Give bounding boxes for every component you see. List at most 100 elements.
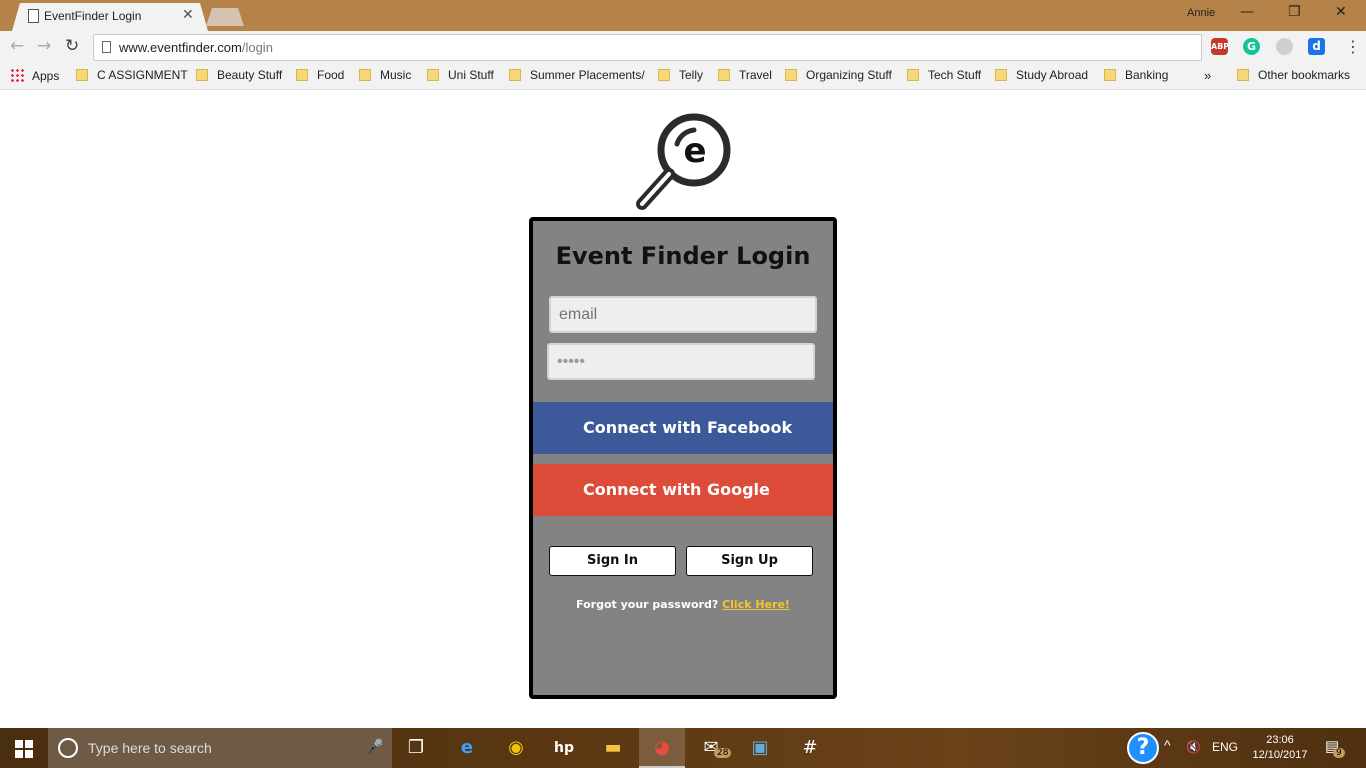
menu-kebab-icon[interactable]: ⋮ [1345,37,1361,56]
grammarly-icon[interactable]: G [1243,38,1260,55]
bookmark-label: C ASSIGNMENT [97,68,188,82]
clock-date: 12/10/2017 [1252,749,1308,761]
bookmarks-overflow-chevron-icon[interactable]: » [1204,68,1211,83]
bookmark-folder[interactable]: Study Abroad [995,68,1088,82]
bookmark-other-label: Other bookmarks [1258,68,1351,82]
browser-toolbar: ← → ↻ www.eventfinder.com/login ABP G d … [0,31,1366,64]
email-field[interactable] [549,296,817,333]
bookmark-label: Travel [739,68,772,82]
folder-icon [1104,69,1116,81]
bookmark-folder[interactable]: Organizing Stuff [785,68,892,82]
profile-name[interactable]: Annie [1187,7,1215,19]
folder-icon [509,69,521,81]
browser-titlebar: EventFinder Login ✕ Annie — ❐ ✕ [0,0,1366,31]
new-tab-button[interactable] [206,8,244,26]
password-field[interactable] [547,343,815,380]
bookmark-label: Organizing Stuff [806,68,892,82]
bookmark-apps[interactable]: Apps [10,68,59,83]
forgot-password-text: Forgot your password? Click Here! [533,598,833,611]
chrome-icon[interactable]: ◕ [649,736,675,760]
slack-icon[interactable]: # [797,736,823,760]
minimize-icon[interactable]: — [1240,4,1254,20]
bookmark-folder[interactable]: Beauty Stuff [196,68,282,82]
url-text: www.eventfinder.com/login [119,40,273,55]
windows-taskbar: Type here to search 🎤 ❐ e ◉ hp ▬ ◕ ✉ 28 … [0,728,1366,768]
media-app-icon[interactable]: ◉ [503,736,529,760]
d-extension-icon[interactable]: d [1308,38,1325,55]
folder-icon [359,69,371,81]
bookmark-label: Banking [1125,68,1169,82]
login-card: Event Finder Login Connect with Facebook… [529,217,837,699]
mail-count-badge: 28 [714,748,732,758]
sign-up-button[interactable]: Sign Up [686,546,813,576]
restore-icon[interactable]: ❐ [1288,4,1301,20]
hp-icon[interactable]: hp [551,736,577,760]
tab-title: EventFinder Login [44,9,142,23]
folder-icon [196,69,208,81]
task-view-icon[interactable]: ❐ [403,736,429,760]
bookmark-folder[interactable]: Tech Stuff [907,68,981,82]
tab-close-icon[interactable]: ✕ [182,7,194,23]
address-bar[interactable]: www.eventfinder.com/login [93,34,1202,61]
forgot-password-link[interactable]: Click Here! [722,598,790,611]
page-icon [28,9,39,23]
app-t-icon[interactable]: ▣ [747,736,773,760]
file-explorer-icon[interactable]: ▬ [600,736,626,760]
language-indicator[interactable]: ENG [1212,740,1238,754]
folder-icon [1237,69,1249,81]
reload-icon[interactable]: ↻ [65,36,79,56]
bookmark-label: Uni Stuff [448,68,494,82]
bookmark-folder[interactable]: Telly [658,68,703,82]
eventfinder-magnifier-logo-icon: e [636,113,731,210]
taskbar-clock[interactable]: 23:06 12/10/2017 [1250,733,1310,763]
folder-icon [427,69,439,81]
bookmark-label: Summer Placements/ [530,68,645,82]
bookmark-label: Study Abroad [1016,68,1089,82]
bookmark-folder[interactable]: Music [359,68,411,82]
bookmark-other[interactable]: Other bookmarks [1237,68,1350,82]
page-info-icon[interactable] [102,41,111,53]
bookmark-label: Beauty Stuff [217,68,283,82]
bookmark-label: Food [317,68,345,82]
taskbar-search-box[interactable]: Type here to search 🎤 [48,728,392,768]
shield-icon[interactable] [1276,38,1293,55]
folder-icon [76,69,88,81]
adblock-plus-icon[interactable]: ABP [1211,38,1229,55]
url-host: www.eventfinder.com [119,40,242,55]
help-icon[interactable]: ? [1127,732,1159,764]
back-arrow-icon[interactable]: ← [10,36,24,56]
folder-icon [296,69,308,81]
svg-text:e: e [683,131,706,171]
connect-facebook-button[interactable]: Connect with Facebook [533,402,833,454]
taskbar-search-placeholder: Type here to search [88,740,212,756]
bookmark-label: Telly [679,68,704,82]
page-title: Event Finder Login [555,242,811,270]
sign-in-button[interactable]: Sign In [549,546,676,576]
microphone-icon[interactable]: 🎤 [366,739,383,755]
bookmarks-bar: Apps C ASSIGNMENT Beauty Stuff Food Musi… [0,64,1366,90]
close-window-icon[interactable]: ✕ [1335,4,1347,20]
clock-time: 23:06 [1266,734,1294,746]
bookmark-apps-label: Apps [32,69,60,83]
cortana-icon[interactable] [58,738,78,758]
bookmark-label: Tech Stuff [928,68,982,82]
volume-muted-icon[interactable]: 🔇 [1186,740,1201,754]
url-path: /login [241,40,273,55]
bookmark-folder[interactable]: Summer Placements/ [509,68,645,82]
bookmark-folder[interactable]: Banking [1104,68,1168,82]
folder-icon [785,69,797,81]
bookmark-folder[interactable]: Food [296,68,344,82]
bookmark-folder[interactable]: C ASSIGNMENT [76,68,188,82]
tab-eventfinder-login[interactable]: EventFinder Login ✕ [12,3,208,31]
windows-start-icon[interactable] [15,740,33,758]
edge-browser-icon[interactable]: e [454,736,480,760]
bookmark-folder[interactable]: Travel [718,68,772,82]
bookmark-folder[interactable]: Uni Stuff [427,68,494,82]
forward-arrow-icon[interactable]: → [37,36,51,56]
folder-icon [907,69,919,81]
connect-google-button[interactable]: Connect with Google [533,464,833,516]
tray-expand-chevron-icon[interactable]: ^ [1164,737,1171,753]
forgot-password-label: Forgot your password? [576,598,719,611]
folder-icon [995,69,1007,81]
bookmark-label: Music [380,68,412,82]
